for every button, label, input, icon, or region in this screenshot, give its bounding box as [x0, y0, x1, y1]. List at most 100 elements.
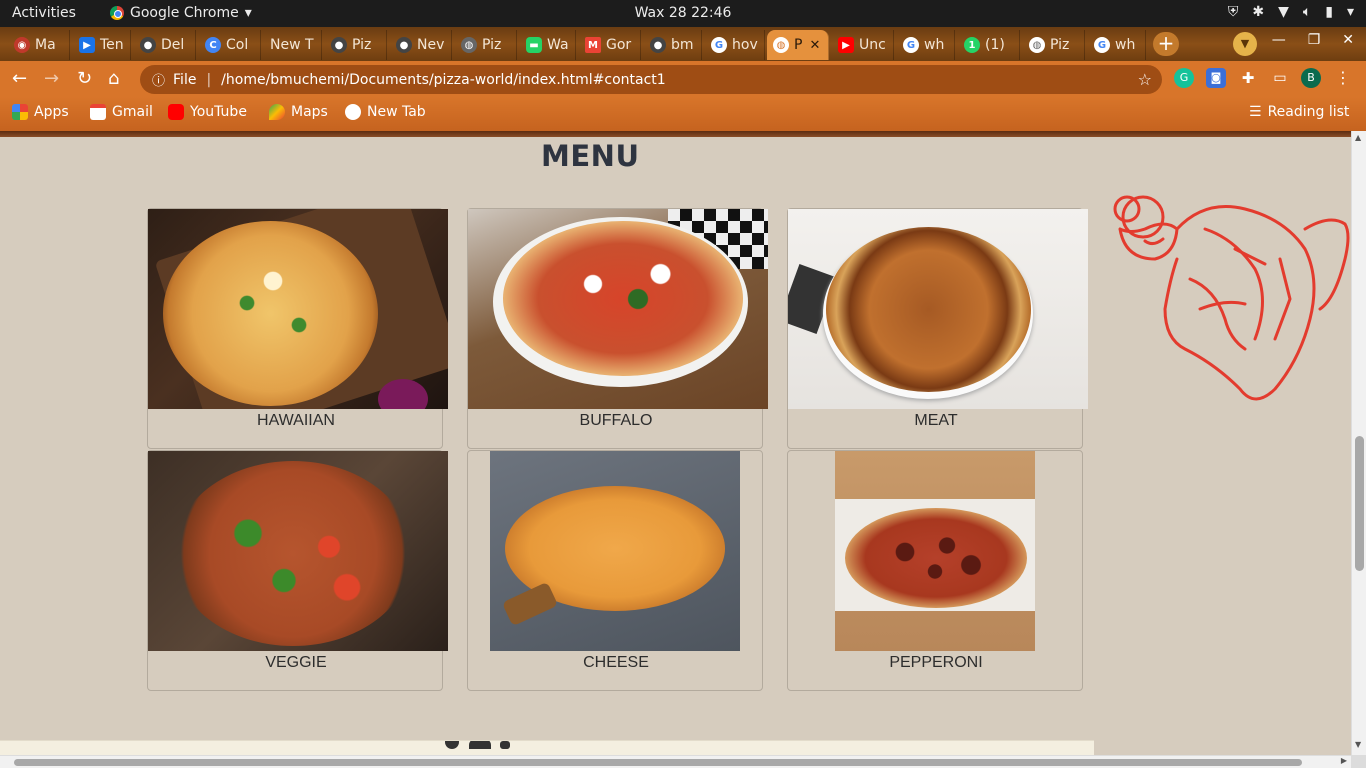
menu-item-name: PEPPERONI — [889, 654, 983, 671]
tab-label: Unc — [859, 37, 886, 53]
menu-card-meat[interactable]: MEAT — [787, 208, 1088, 449]
power-menu-icon[interactable]: ▾ — [1347, 4, 1354, 20]
google-favicon-icon: G — [1094, 37, 1110, 53]
forward-icon[interactable]: → — [44, 68, 59, 89]
vertical-scroll-thumb[interactable] — [1355, 436, 1364, 571]
tab-active[interactable]: ◍ P ✕ — [767, 30, 829, 60]
system-tray[interactable]: ⛨ ✱ ▼ 🔈︎ ▮ ▾ — [1228, 4, 1354, 20]
screen-capture-icon[interactable]: ◙ — [1206, 68, 1226, 88]
scrollbar-corner — [1351, 755, 1366, 768]
menu-item-name: CHEESE — [583, 654, 649, 671]
bookmark-maps[interactable]: Maps — [269, 104, 328, 120]
tab-label: Gor — [606, 37, 632, 53]
bookmark-star-icon[interactable]: ☆ — [1138, 70, 1152, 89]
whatsapp-favicon-icon: 1 — [964, 37, 980, 53]
horizontal-scrollbar[interactable]: ▶ — [0, 755, 1351, 768]
globe-icon — [345, 104, 361, 120]
address-bar[interactable]: ⓘ File | /home/bmuchemi/Documents/pizza-… — [140, 65, 1162, 94]
scroll-right-icon[interactable]: ▶ — [1341, 756, 1347, 765]
scroll-up-icon[interactable]: ▲ — [1355, 133, 1361, 142]
tab[interactable]: Gwh — [1088, 30, 1146, 60]
cast-icon[interactable]: ▭ — [1270, 68, 1290, 88]
whatsapp-favicon-icon: ▬ — [526, 37, 542, 53]
maximize-icon[interactable]: ❐ — [1308, 32, 1321, 48]
tab-label: wh — [1115, 37, 1136, 53]
grammarly-icon[interactable]: G — [1174, 68, 1194, 88]
tab-label: Ma — [35, 37, 56, 53]
shield-icon[interactable]: ⛨ — [1228, 4, 1239, 20]
tab[interactable]: ◉ Ma — [8, 30, 70, 60]
menu-card-buffalo[interactable]: BUFFALO — [467, 208, 768, 449]
tab[interactable]: ● bm — [644, 30, 702, 60]
tab[interactable]: Gwh — [897, 30, 955, 60]
menu-card-cheese[interactable]: CHEESE — [467, 450, 763, 691]
tab[interactable]: New T — [264, 30, 322, 60]
tab-search-icon[interactable]: ▼ — [1233, 32, 1257, 56]
tab[interactable]: ◍ Piz — [1023, 30, 1085, 60]
tab-label: New T — [270, 37, 314, 53]
reload-icon[interactable]: ↻ — [77, 68, 92, 89]
globe-favicon-icon: ◍ — [1029, 37, 1045, 53]
wifi-icon[interactable]: ▼ — [1278, 4, 1289, 20]
buffalo-pizza-image — [468, 209, 768, 409]
tab[interactable]: ● Piz — [325, 30, 387, 60]
bookmark-gmail[interactable]: Gmail — [90, 104, 153, 120]
google-favicon-icon: G — [711, 37, 727, 53]
url-text[interactable]: /home/bmuchemi/Documents/pizza-world/ind… — [221, 72, 666, 88]
new-tab-button[interactable]: + — [1153, 32, 1179, 56]
chef-illustration — [1113, 195, 1350, 401]
system-top-bar: Activities Google Chrome ▾ Wax 28 22:46 … — [0, 0, 1366, 27]
extensions-puzzle-icon[interactable]: ✚ — [1238, 68, 1258, 88]
menu-card-hawaiian[interactable]: HAWAIIAN — [147, 208, 448, 449]
menu-card-veggie[interactable]: VEGGIE — [147, 450, 448, 691]
activities-button[interactable]: Activities — [12, 5, 76, 21]
globe-favicon-icon: ◍ — [461, 37, 477, 53]
scroll-down-icon[interactable]: ▼ — [1355, 740, 1361, 749]
app-menu[interactable]: Google Chrome ▾ — [110, 5, 252, 21]
pepperoni-pizza-image — [835, 451, 1035, 651]
github-favicon-icon: ● — [650, 37, 666, 53]
ubuntu-favicon-icon: ◉ — [14, 37, 30, 53]
chrome-icon — [110, 6, 124, 20]
bookmark-label: Apps — [34, 104, 69, 120]
tab[interactable]: ▬ Wa — [520, 30, 576, 60]
tab[interactable]: 1 (1) — [958, 30, 1020, 60]
tab[interactable]: ▶ Ten — [73, 30, 131, 60]
bookmark-new-tab[interactable]: New Tab — [345, 104, 426, 120]
slack-icon[interactable]: ✱ — [1252, 4, 1264, 20]
close-tab-icon[interactable]: ✕ — [809, 38, 820, 53]
clock[interactable]: Wax 28 22:46 — [635, 5, 732, 21]
minimize-icon[interactable]: — — [1272, 32, 1286, 48]
horizontal-scroll-thumb[interactable] — [14, 759, 1302, 766]
profile-avatar[interactable]: B — [1301, 68, 1321, 88]
tab-label: Col — [226, 37, 249, 53]
tab[interactable]: ▶ Unc — [832, 30, 894, 60]
hawaiian-pizza-image — [148, 209, 448, 409]
vertical-scrollbar[interactable]: ▲ ▼ — [1351, 131, 1366, 755]
tab-label: Nev — [417, 37, 445, 53]
tab[interactable]: Ghov — [705, 30, 765, 60]
tab[interactable]: ● Nev — [390, 30, 452, 60]
menu-heading: MENU — [541, 139, 640, 173]
menu-item-name: BUFFALO — [579, 412, 653, 429]
web-page: MENU HAWAIIAN BUFFALO MEAT VEGGIE CHEESE… — [0, 137, 1351, 755]
reading-list-button[interactable]: ☰ Reading list — [1249, 104, 1349, 120]
tab[interactable]: ◍ Piz — [455, 30, 517, 60]
bookmark-youtube[interactable]: YouTube — [168, 104, 247, 120]
info-icon[interactable]: ⓘ — [152, 70, 165, 89]
home-icon[interactable]: ⌂ — [108, 68, 119, 89]
close-window-icon[interactable]: ✕ — [1342, 32, 1354, 48]
chrome-menu-icon[interactable]: ⋮ — [1333, 68, 1353, 88]
tab[interactable]: C Col — [199, 30, 261, 60]
menu-card-pepperoni[interactable]: PEPPERONI — [787, 450, 1083, 691]
globe-favicon-icon: ◍ — [773, 37, 789, 53]
volume-icon[interactable]: 🔈︎ — [1303, 4, 1311, 20]
back-icon[interactable]: ← — [12, 68, 27, 89]
tab-label: Piz — [482, 37, 502, 53]
tab[interactable]: ● Del — [134, 30, 196, 60]
tab[interactable]: M Gor — [579, 30, 641, 60]
menu-item-name: VEGGIE — [265, 654, 327, 671]
bookmark-apps[interactable]: Apps — [12, 104, 69, 120]
menu-item-name: HAWAIIAN — [257, 412, 335, 429]
battery-icon[interactable]: ▮ — [1325, 4, 1333, 20]
